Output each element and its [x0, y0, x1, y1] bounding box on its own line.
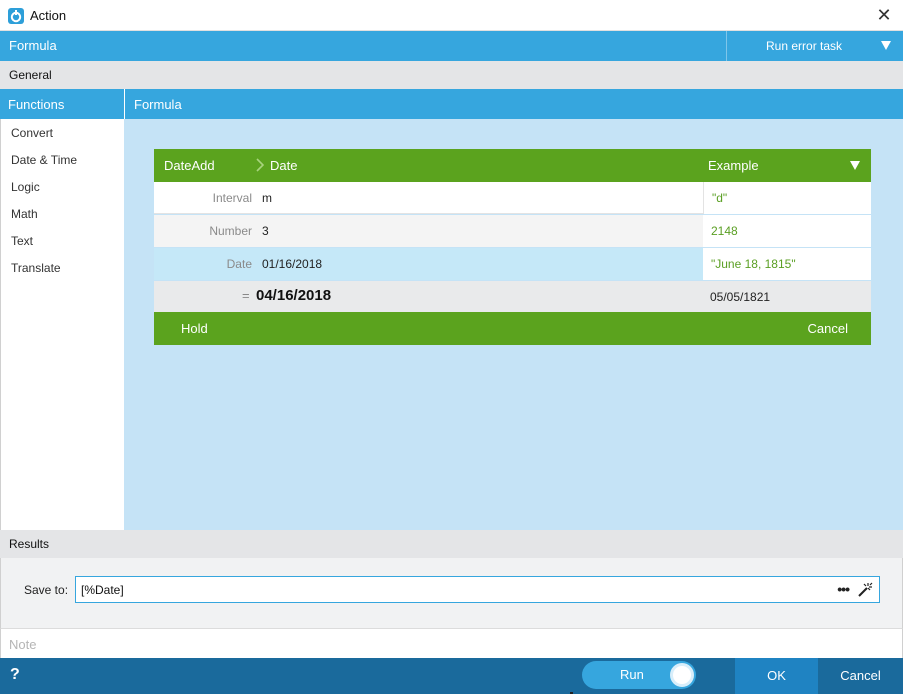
formula-header: Formula	[125, 89, 903, 119]
results-section-header[interactable]: Results	[0, 530, 903, 558]
action-type-bar: Formula Run error task	[0, 31, 903, 61]
save-to-input[interactable]	[81, 577, 821, 602]
magic-wand-icon[interactable]	[857, 582, 873, 598]
result-example: 05/05/1821	[710, 290, 771, 304]
save-to-field: •••	[75, 576, 880, 603]
function-signature: Date	[270, 158, 298, 173]
function-category-logic[interactable]: Logic	[11, 180, 40, 194]
example-header: Example	[708, 158, 759, 173]
param-example-text: 2148	[711, 224, 738, 238]
hold-button[interactable]: Hold	[181, 321, 208, 336]
note-area	[0, 628, 903, 658]
collapse-arrow-icon[interactable]	[850, 161, 860, 170]
function-category-date-time[interactable]: Date & Time	[11, 153, 77, 167]
param-row-interval: Interval "d"	[154, 182, 871, 214]
result-value: 04/16/2018	[256, 287, 332, 304]
equals-sign: =	[242, 288, 250, 303]
chevron-right-icon	[256, 158, 264, 172]
bottom-bar: ? Run OK Cancel	[0, 658, 903, 694]
note-input[interactable]	[9, 635, 889, 653]
param-value-input[interactable]	[254, 215, 701, 247]
formula-title: Formula	[134, 97, 182, 112]
param-example: "June 18, 1815"	[703, 248, 871, 280]
ok-button[interactable]: OK	[735, 658, 818, 694]
run-error-task-dropdown[interactable]: Run error task	[727, 31, 903, 61]
functions-list: Convert Date & Time Logic Math Text Tran…	[0, 119, 124, 530]
param-row-date: Date "June 18, 1815"	[154, 248, 871, 280]
results-label: Results	[9, 537, 50, 551]
function-category-math[interactable]: Math	[11, 207, 38, 221]
param-example-text: "June 18, 1815"	[711, 257, 796, 271]
general-label: General	[9, 68, 52, 82]
close-window-button[interactable]: ✕	[875, 5, 893, 25]
more-options-icon[interactable]: •••	[837, 581, 850, 597]
dropdown-arrow-icon	[881, 41, 891, 50]
help-icon[interactable]: ?	[10, 666, 20, 684]
param-example: 2148	[703, 215, 871, 247]
param-example-text: "d"	[712, 191, 728, 205]
toggle-knob	[670, 663, 694, 687]
param-example: "d"	[703, 182, 871, 214]
function-cancel-button[interactable]: Cancel	[808, 321, 848, 336]
param-value-input[interactable]	[254, 182, 701, 214]
save-to-label: Save to:	[24, 583, 69, 597]
function-card-footer: Hold Cancel	[154, 312, 871, 345]
run-toggle[interactable]: Run	[570, 661, 696, 694]
save-to-area: Save to: •••	[0, 558, 903, 628]
general-section-header[interactable]: General	[0, 61, 903, 89]
param-name: Number	[209, 224, 252, 238]
title-bar: Action ✕	[0, 0, 903, 31]
param-row-number: Number 2148	[154, 215, 871, 247]
function-name[interactable]: DateAdd	[164, 158, 215, 173]
run-error-task-label: Run error task	[766, 39, 843, 53]
window-title: Action	[30, 8, 67, 23]
function-card-header: DateAdd Date Example	[154, 149, 871, 182]
app-logo-icon	[8, 8, 24, 24]
param-name: Interval	[212, 191, 252, 205]
functions-header: Functions	[0, 89, 124, 119]
cancel-button[interactable]: Cancel	[818, 658, 903, 694]
param-value-input[interactable]	[254, 248, 701, 280]
action-type-label: Formula	[9, 38, 57, 53]
close-icon: ✕	[876, 5, 892, 25]
functions-title: Functions	[8, 97, 65, 112]
function-category-convert[interactable]: Convert	[11, 126, 53, 140]
param-name: Date	[226, 257, 252, 271]
result-row: = 04/16/2018 05/05/1821	[154, 281, 871, 312]
function-category-text[interactable]: Text	[11, 234, 33, 248]
run-label: Run	[620, 667, 644, 682]
function-category-translate[interactable]: Translate	[11, 261, 61, 275]
